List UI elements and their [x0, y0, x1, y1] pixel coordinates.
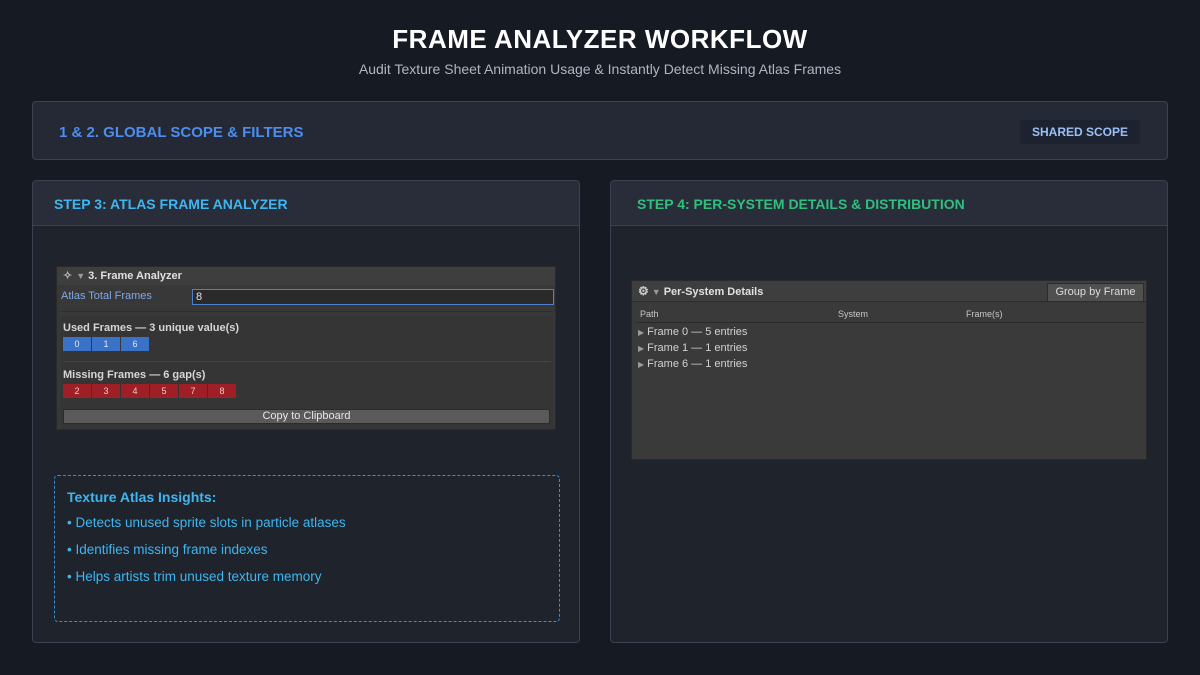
expand-arrow-icon[interactable]: ▶ — [638, 360, 644, 369]
page-title: FRAME ANALYZER WORKFLOW — [392, 24, 808, 54]
missing-frame-chip: 2 — [63, 384, 91, 398]
column-header-frames[interactable]: Frame(s) — [966, 309, 1003, 319]
table-row[interactable]: ▶ Frame 6 — 1 entries — [638, 358, 747, 370]
column-header-path[interactable]: Path — [640, 309, 659, 319]
row-label: Frame 1 — 1 entries — [647, 342, 748, 354]
table-row[interactable]: ▶ Frame 0 — 5 entries — [638, 326, 747, 338]
frame-analyzer-inspector: ✧ ▼ 3. Frame Analyzer Atlas Total Frames 8… — [56, 266, 556, 430]
used-frames-title: Used Frames — 3 unique value(s) — [63, 322, 240, 334]
step4-title: STEP 4: PER-SYSTEM DETAILS & DISTRIBUTIO… — [611, 181, 1167, 226]
atlas-total-frames-row: Atlas Total Frames 8 — [61, 289, 554, 305]
row-label: Frame 6 — 1 entries — [647, 358, 748, 370]
missing-frames-chips: 2 3 4 5 7 8 — [63, 384, 236, 398]
missing-frame-chip: 4 — [121, 384, 149, 398]
used-frame-chip: 0 — [63, 337, 91, 351]
scope-title: 1 & 2. GLOBAL SCOPE & FILTERS — [59, 124, 304, 141]
group-by-frame-button[interactable]: Group by Frame — [1047, 283, 1144, 302]
used-frames-chips: 0 1 6 — [63, 337, 149, 351]
insight-item: • Identifies missing frame indexes — [67, 542, 268, 557]
expand-arrow-icon[interactable]: ▶ — [638, 344, 644, 353]
row-label: Frame 0 — 5 entries — [647, 326, 748, 338]
missing-frame-chip: 8 — [208, 384, 236, 398]
per-system-details-inspector: ⚙ ▼ Per-System Details Group by Frame Path… — [631, 280, 1147, 460]
column-header-system[interactable]: System — [838, 309, 868, 319]
missing-frame-chip: 5 — [150, 384, 178, 398]
table-row[interactable]: ▶ Frame 1 — 1 entries — [638, 342, 747, 354]
crosshair-icon: ✧ — [63, 270, 73, 282]
missing-frame-chip: 3 — [92, 384, 120, 398]
insight-item: • Detects unused sprite slots in particl… — [67, 515, 346, 530]
atlas-total-frames-label: Atlas Total Frames — [61, 290, 152, 302]
frame-analyzer-title: 3. Frame Analyzer — [88, 270, 182, 282]
frame-analyzer-header[interactable]: ✧ ▼ 3. Frame Analyzer — [57, 267, 555, 285]
insight-item: • Helps artists trim unused texture memo… — [67, 569, 322, 584]
divider — [63, 361, 551, 362]
used-frame-chip: 1 — [92, 337, 120, 351]
per-system-title: Per-System Details — [663, 286, 764, 298]
step3-title: STEP 3: ATLAS FRAME ANALYZER — [33, 181, 579, 226]
used-frame-chip: 6 — [121, 337, 149, 351]
texture-atlas-insights: Texture Atlas Insights: • Detects unused… — [54, 475, 560, 622]
expand-arrow-icon[interactable]: ▶ — [638, 328, 644, 337]
gear-icon: ⚙ — [638, 284, 649, 298]
page-subtitle: Audit Texture Sheet Animation Usage & In… — [358, 61, 842, 77]
per-system-header[interactable]: ⚙ ▼ Per-System Details Group by Frame — [632, 281, 1146, 302]
shared-scope-badge: SHARED SCOPE — [1020, 120, 1140, 144]
atlas-total-frames-field[interactable]: 8 — [192, 289, 554, 305]
frame-results-box: Used Frames — 3 unique value(s) 0 1 6 Mi… — [61, 316, 553, 429]
insights-title: Texture Atlas Insights: — [67, 489, 217, 505]
foldout-triangle-icon[interactable]: ▼ — [76, 271, 85, 281]
divider — [61, 311, 553, 312]
copy-to-clipboard-button[interactable]: Copy to Clipboard — [63, 409, 550, 424]
global-scope-bar: 1 & 2. GLOBAL SCOPE & FILTERS SHARED SCO… — [32, 101, 1168, 160]
step4-panel: STEP 4: PER-SYSTEM DETAILS & DISTRIBUTIO… — [610, 180, 1168, 643]
foldout-triangle-icon[interactable]: ▼ — [652, 287, 661, 297]
table-header: Path System Frame(s) — [636, 308, 1144, 323]
missing-frame-chip: 7 — [179, 384, 207, 398]
step3-panel: STEP 3: ATLAS FRAME ANALYZER ✧ ▼ 3. Frame … — [32, 180, 580, 643]
missing-frames-title: Missing Frames — 6 gap(s) — [63, 369, 206, 381]
